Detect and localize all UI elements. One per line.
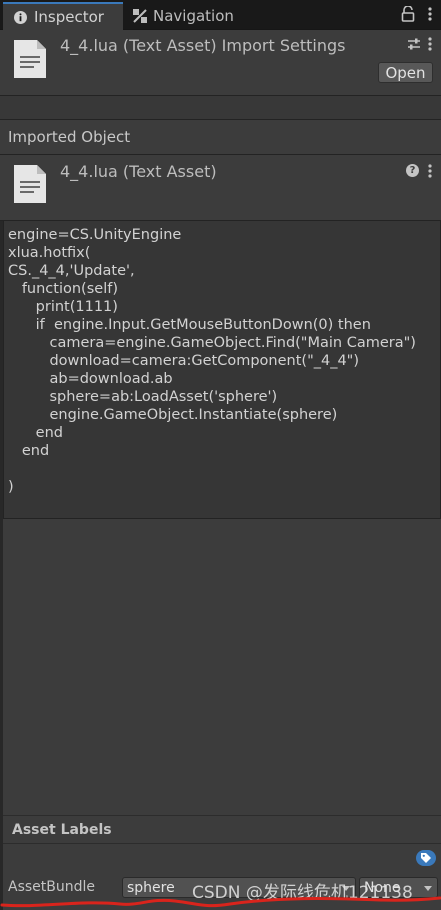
code-line: if engine.Input.GetMouseButtonDown(0) th… — [8, 317, 371, 333]
chevron-down-icon — [424, 886, 432, 891]
navigation-icon — [132, 9, 147, 24]
help-icon[interactable]: ? — [406, 164, 419, 177]
code-line: print(1111) — [8, 299, 118, 315]
text-file-icon — [13, 39, 47, 79]
page-title: 4_4.lua (Text Asset) Import Settings — [60, 36, 346, 55]
sliders-icon[interactable] — [407, 36, 421, 50]
text-file-icon — [13, 164, 47, 204]
code-line: engine.GameObject.Instantiate(sphere) — [8, 407, 338, 423]
code-line: CS._4_4,'Update', — [8, 263, 135, 279]
preview-panel — [3, 519, 441, 815]
section-title: Imported Object — [8, 128, 131, 146]
imported-object-heading: Imported Object — [0, 120, 441, 155]
code-line: ab=download.ab — [8, 371, 173, 387]
red-annotation-stroke — [0, 896, 441, 908]
kebab-menu-icon[interactable] — [427, 36, 433, 52]
text-asset-preview[interactable]: engine=CS.UnityEngine xlua.hotfix( CS._4… — [3, 221, 441, 519]
tab-inspector-label: Inspector — [34, 8, 104, 26]
tab-bar: Inspector Navigation — [0, 0, 441, 30]
code-line: end — [8, 425, 63, 441]
kebab-menu-icon[interactable] — [427, 6, 433, 22]
code-line: engine=CS.UnityEngine — [8, 227, 182, 243]
section-title: Asset Labels — [12, 822, 112, 838]
kebab-menu-icon[interactable] — [427, 163, 433, 179]
open-button[interactable]: Open — [378, 62, 433, 83]
code-line: ) — [8, 479, 14, 495]
code-line: sphere=ab:LoadAsset('sphere') — [8, 389, 278, 405]
tab-navigation-label: Navigation — [153, 7, 234, 25]
asset-labels-heading: Asset Labels — [3, 815, 441, 843]
asset-header: 4_4.lua (Text Asset) ? — [0, 155, 441, 221]
info-icon — [13, 10, 28, 25]
lock-icon[interactable] — [401, 5, 415, 22]
code-line: camera=engine.GameObject.Find("Main Came… — [8, 335, 416, 351]
code-line: function(self) — [8, 281, 118, 297]
tag-icon[interactable] — [416, 850, 436, 866]
code-line: download=camera:GetComponent("_4_4") — [8, 353, 360, 369]
code-line: xlua.hotfix( — [8, 245, 91, 261]
code-line: end — [8, 443, 50, 459]
divider-strip — [0, 96, 441, 120]
tab-inspector[interactable]: Inspector — [3, 2, 123, 30]
asset-title: 4_4.lua (Text Asset) — [60, 162, 217, 181]
tab-navigation[interactable]: Navigation — [128, 2, 288, 30]
import-settings-header: 4_4.lua (Text Asset) Import Settings Ope… — [0, 30, 441, 96]
